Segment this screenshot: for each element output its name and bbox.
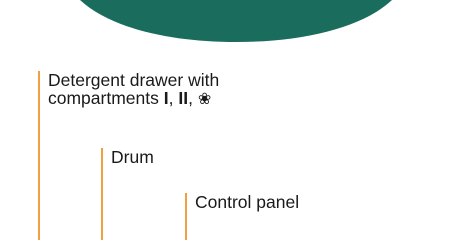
separator-1: , — [168, 88, 179, 108]
drum-label: Drum — [111, 147, 154, 167]
control-panel-label: Control panel — [195, 192, 300, 212]
drum-shape — [80, 0, 392, 42]
detergent-drawer-label-line1: Detergent drawer with — [48, 70, 220, 90]
compartments-prefix: compartments — [48, 88, 164, 108]
separator-2: , — [188, 88, 198, 108]
detergent-drawer-label: Detergent drawer with compartments I, II… — [48, 71, 219, 108]
compartment-2-symbol: II — [178, 88, 189, 108]
flower-icon: ❀ — [197, 89, 212, 108]
detergent-drawer-label-line2: compartments I, II, ❀ — [48, 89, 219, 108]
